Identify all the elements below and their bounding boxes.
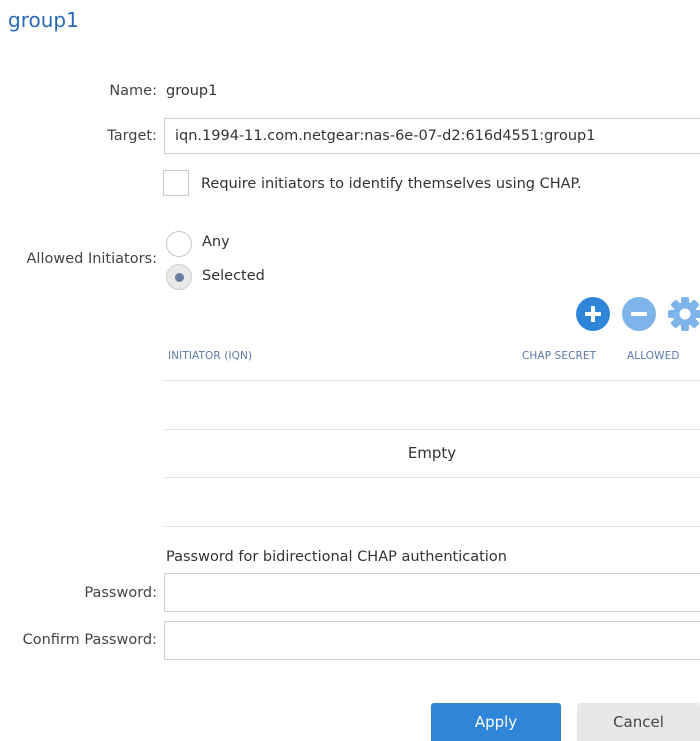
minus-icon — [631, 312, 647, 316]
column-header-chap-secret[interactable]: CHAP SECRET — [522, 350, 596, 362]
remove-initiator-button[interactable] — [622, 297, 656, 331]
table-divider — [164, 526, 700, 527]
radio-selected-label: Selected — [202, 268, 265, 284]
radio-any-label: Any — [202, 234, 230, 250]
plus-icon — [585, 306, 601, 322]
gear-icon — [668, 297, 700, 331]
password-label: Password: — [84, 585, 157, 601]
radio-selected[interactable] — [166, 264, 192, 290]
target-label: Target: — [107, 128, 157, 144]
target-input[interactable]: iqn.1994-11.com.netgear:nas-6e-07-d2:616… — [164, 118, 700, 154]
column-header-allowed[interactable]: ALLOWED — [627, 350, 680, 362]
allowed-initiators-label: Allowed Initiators: — [26, 251, 158, 267]
confirm-password-label: Confirm Password: — [22, 632, 157, 648]
name-value: group1 — [166, 83, 218, 99]
cancel-button[interactable]: Cancel — [577, 703, 700, 741]
chap-required-checkbox[interactable] — [163, 170, 189, 196]
add-initiator-button[interactable] — [576, 297, 610, 331]
table-divider — [164, 429, 700, 430]
column-header-initiator[interactable]: INITIATOR (IQN) — [168, 350, 252, 362]
bidirectional-chap-heading: Password for bidirectional CHAP authenti… — [166, 549, 507, 565]
radio-any[interactable] — [166, 231, 192, 257]
table-empty-message: Empty — [407, 444, 457, 462]
name-label: Name: — [109, 83, 157, 99]
radio-selected-dot — [175, 273, 184, 282]
table-divider — [164, 477, 700, 478]
confirm-password-input[interactable] — [164, 621, 700, 660]
apply-button[interactable]: Apply — [431, 703, 561, 741]
dialog-title: group1 — [8, 8, 79, 32]
password-input[interactable] — [164, 573, 700, 612]
chap-required-label: Require initiators to identify themselve… — [201, 176, 582, 192]
initiator-settings-button[interactable] — [666, 295, 700, 333]
table-divider — [164, 380, 700, 381]
